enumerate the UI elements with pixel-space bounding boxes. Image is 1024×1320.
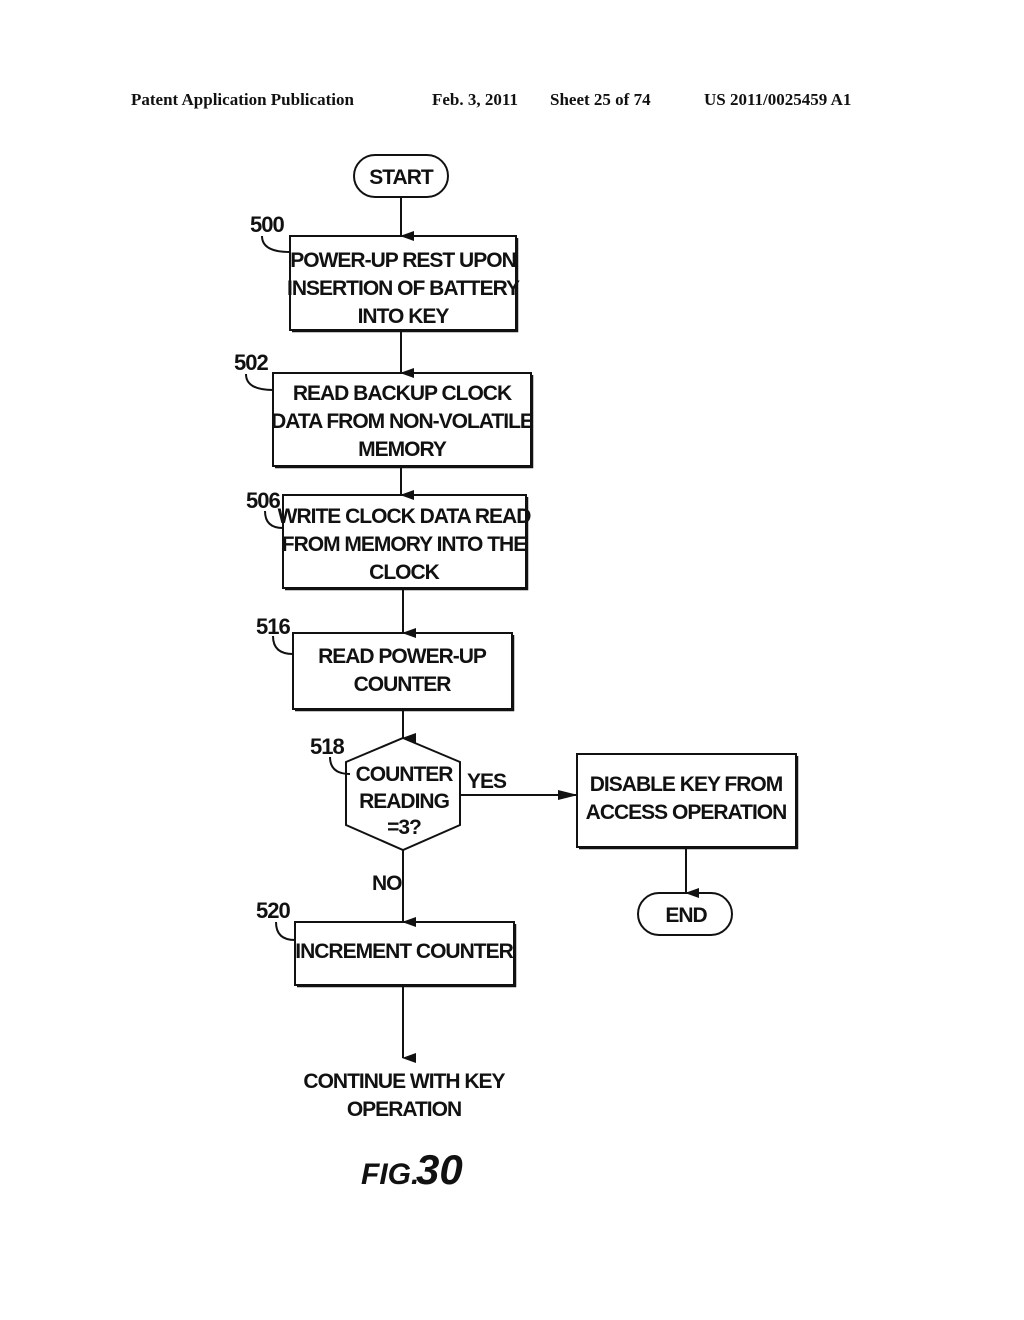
decision-line-2: READING <box>359 790 450 813</box>
step-500-line-1: POWER-UP REST UPON <box>290 249 515 272</box>
step-516-line-2: COUNTER <box>354 673 452 696</box>
figure-number: 30 <box>416 1146 463 1193</box>
step-506-line-3: CLOCK <box>369 561 439 584</box>
ref-506: 506 <box>246 488 280 513</box>
ref-518: 518 <box>310 734 344 759</box>
leader-502 <box>245 373 274 391</box>
step-506-line-1: WRITE CLOCK DATA READ <box>278 505 532 528</box>
leader-520 <box>275 921 296 941</box>
decision-line-1: COUNTER <box>356 763 454 786</box>
ref-502: 502 <box>234 350 268 375</box>
step-516-line-1: READ POWER-UP <box>318 645 487 668</box>
disable-line-2: ACCESS OPERATION <box>586 801 787 824</box>
figure-prefix: FIG. <box>361 1158 419 1191</box>
continue-line-1: CONTINUE WITH KEY <box>303 1070 505 1093</box>
no-label: NO <box>372 872 402 895</box>
decision-line-3: =3? <box>387 816 421 839</box>
increment-label: INCREMENT COUNTER <box>295 940 513 963</box>
ref-516: 516 <box>256 614 290 639</box>
flowchart-diagram: START 500 POWER-UP REST UPON INSERTION O… <box>234 154 799 1193</box>
continue-line-2: OPERATION <box>347 1098 461 1121</box>
ref-500: 500 <box>250 212 284 237</box>
start-label: START <box>369 166 434 189</box>
step-506-line-2: FROM MEMORY INTO THE <box>282 533 527 556</box>
disable-line-1: DISABLE KEY FROM <box>590 773 783 796</box>
step-502-line-1: READ BACKUP CLOCK <box>293 382 512 405</box>
leader-500 <box>261 235 291 253</box>
yes-label: YES <box>467 770 507 793</box>
ref-520: 520 <box>256 898 290 923</box>
step-500-line-3: INTO KEY <box>358 305 450 328</box>
step-502-line-2: DATA FROM NON-VOLATILE <box>271 410 534 433</box>
step-502-line-3: MEMORY <box>358 438 447 461</box>
step-500-line-2: INSERTION OF BATTERY <box>287 277 520 300</box>
end-label: END <box>665 904 707 927</box>
